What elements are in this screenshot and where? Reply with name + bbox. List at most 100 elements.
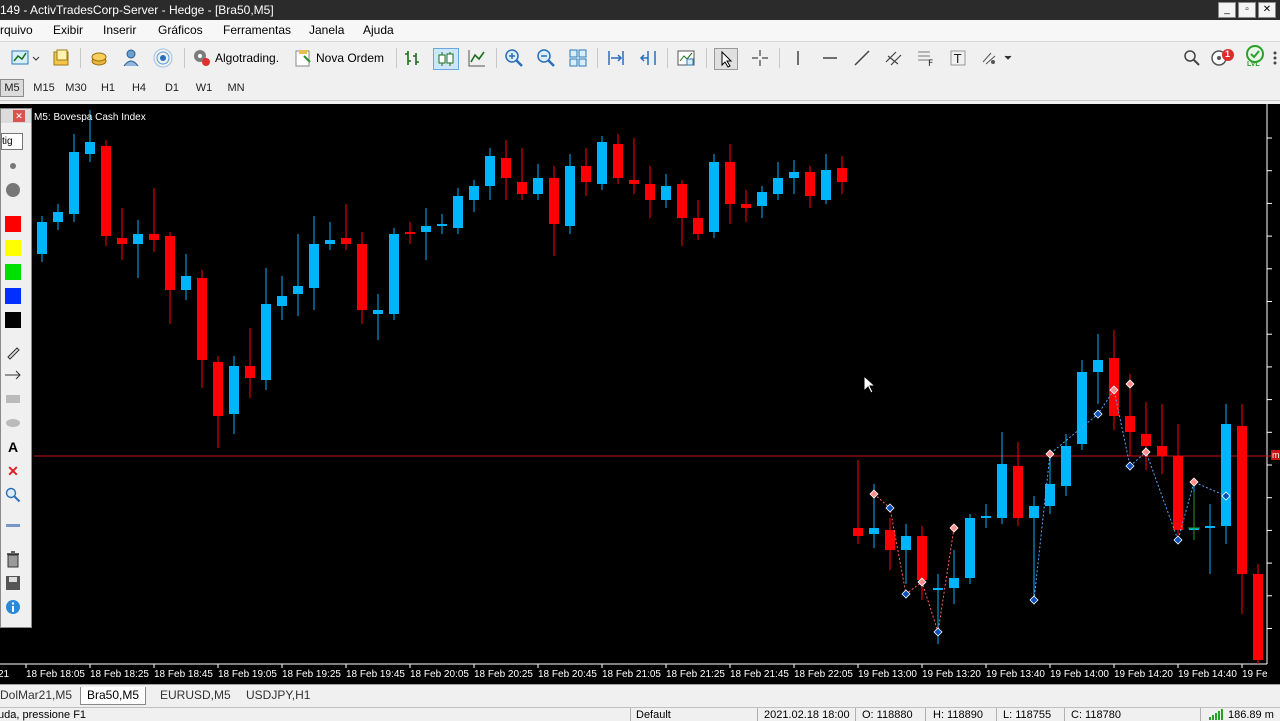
menu-janela[interactable]: Janela (309, 23, 344, 37)
templates-icon (677, 50, 695, 66)
pencil-icon[interactable] (3, 343, 23, 361)
candle-body (1221, 424, 1231, 526)
alerts-icon (1211, 49, 1234, 66)
timeframe-d1[interactable]: D1 (160, 80, 184, 96)
timeframe-m30[interactable]: M30 (62, 80, 90, 96)
chart-canvas[interactable]: 21 18 Feb 18:05 18 Feb 18:25 18 Feb 18:45 18… (0, 104, 1280, 684)
navigator-button[interactable] (121, 48, 141, 68)
trash-icon[interactable] (3, 550, 23, 568)
algotrading-button[interactable]: Algotrading. (192, 48, 279, 68)
close-button[interactable]: ✕ (1258, 2, 1276, 18)
new-order-button[interactable]: Nova Ordem (293, 48, 384, 68)
color-black-swatch[interactable] (3, 311, 23, 329)
candle-body (677, 184, 687, 218)
crosshair-button[interactable] (750, 48, 770, 68)
candle-body (485, 156, 495, 186)
color-green-swatch[interactable] (3, 263, 23, 281)
cursor-button[interactable] (714, 48, 738, 70)
minimize-button[interactable]: _ (1218, 2, 1236, 18)
candle-body (133, 234, 143, 244)
zoom-in-button[interactable] (504, 48, 524, 68)
fibonacci-icon: F (918, 51, 933, 68)
indicator-marker (933, 627, 943, 637)
tab-usdjpy[interactable]: USDJPY,H1 (240, 687, 316, 704)
market-watch-button[interactable] (89, 48, 109, 68)
signals-button[interactable] (153, 48, 173, 68)
shapes-dropdown-button[interactable] (980, 48, 1018, 68)
tab-eurusd[interactable]: EURUSD,M5 (154, 687, 237, 704)
indicator-marker (949, 523, 959, 533)
candle-body (117, 238, 127, 244)
text-tool-button[interactable]: T (948, 48, 968, 68)
tile-windows-button[interactable] (568, 48, 588, 68)
time-axis-label: 18 Feb 19:45 (346, 669, 405, 680)
dot-large-icon[interactable] (3, 181, 23, 199)
zoom-out-button[interactable] (536, 48, 556, 68)
menu-ferramentas[interactable]: Ferramentas (223, 23, 291, 37)
tab-dolmar21[interactable]: DolMar21,M5 (0, 687, 78, 704)
time-axis-label: 18 Feb 18:25 (90, 669, 149, 680)
candle-body (1205, 526, 1215, 528)
price-chart[interactable]: 21 18 Feb 18:05 18 Feb 18:25 18 Feb 18:45 18… (0, 104, 1280, 684)
timeframe-h1[interactable]: H1 (96, 80, 120, 96)
alerts-button[interactable]: 1 (1210, 48, 1236, 68)
status-open: O: 118880 (862, 709, 913, 721)
trendline-button[interactable] (852, 48, 872, 68)
time-axis-label: 18 Feb 20:05 (410, 669, 469, 680)
fibonacci-button[interactable]: F (916, 48, 936, 68)
time-axis-label: 18 Feb 20:45 (538, 669, 597, 680)
tab-bra50[interactable]: Bra50,M5 (80, 687, 147, 705)
indicator-marker (1125, 379, 1135, 389)
candle-body (661, 186, 671, 200)
line-width-icon[interactable] (3, 517, 23, 535)
color-red-swatch[interactable] (3, 215, 23, 233)
status-bar: uda, pressione F1 Default 2021.02.18 18:… (0, 707, 1280, 721)
templates-button[interactable] (676, 48, 696, 68)
candle-body (197, 278, 207, 360)
timeframe-mn[interactable]: MN (224, 80, 248, 96)
panel-tag[interactable]: tig (1, 133, 23, 150)
menu-arquivo[interactable]: rquivo (0, 23, 33, 37)
candle-body (693, 218, 703, 234)
timeframe-m5[interactable]: M5 (0, 79, 24, 97)
save-icon[interactable] (3, 574, 23, 592)
panel-close-icon[interactable]: ✕ (13, 110, 25, 122)
ellipse-icon[interactable] (3, 414, 23, 432)
dot-small-icon[interactable] (3, 157, 23, 175)
text-icon[interactable]: A (3, 438, 23, 456)
auto-scroll-button[interactable] (606, 48, 626, 68)
level-button[interactable]: LVL (1244, 45, 1266, 68)
candlestick-button[interactable] (433, 48, 459, 70)
restore-button[interactable]: ▫ (1238, 2, 1256, 18)
timeframe-w1[interactable]: W1 (192, 80, 216, 96)
time-axis-label: 19 Feb 14:00 (1050, 669, 1109, 680)
menu-exibir[interactable]: Exibir (53, 23, 83, 37)
menu-ajuda[interactable]: Ajuda (363, 23, 394, 37)
profiles-button[interactable] (52, 48, 72, 68)
zoom-icon[interactable] (3, 486, 23, 504)
equidistant-channel-button[interactable] (884, 48, 904, 68)
search-button[interactable] (1183, 48, 1201, 68)
new-chart-button[interactable] (10, 48, 40, 68)
menu-inserir[interactable]: Inserir (103, 23, 136, 37)
info-icon[interactable] (3, 598, 23, 616)
candle-body (373, 310, 383, 314)
chart-shift-button[interactable] (638, 48, 658, 68)
color-blue-swatch[interactable] (3, 287, 23, 305)
rectangle-icon[interactable] (3, 390, 23, 408)
arrow-right-icon[interactable] (3, 366, 23, 384)
more-button[interactable] (1270, 48, 1280, 68)
connection-bars-icon (1209, 709, 1223, 720)
timeframe-h4[interactable]: H4 (127, 80, 151, 96)
menu-graficos[interactable]: Gráficos (158, 23, 203, 37)
line-chart-button[interactable] (467, 48, 487, 68)
candle-body (933, 588, 943, 590)
horizontal-line-button[interactable] (820, 48, 840, 68)
timeframe-m15[interactable]: M15 (30, 80, 58, 96)
color-yellow-swatch[interactable] (3, 239, 23, 257)
candle-body (917, 536, 927, 580)
delete-x-icon[interactable]: ✕ (3, 462, 23, 480)
candle-body (85, 142, 95, 154)
vertical-line-button[interactable] (788, 48, 808, 68)
bar-chart-button[interactable] (403, 48, 423, 68)
